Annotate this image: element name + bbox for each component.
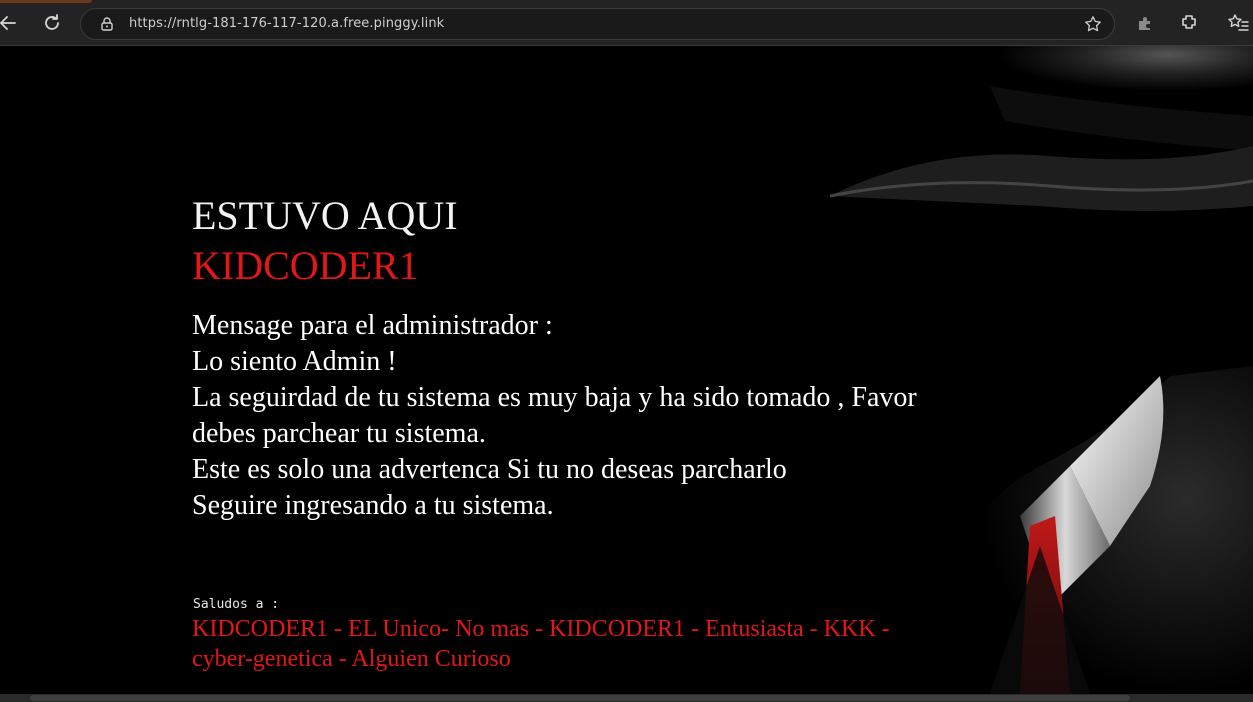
page-content: ESTUVO AQUI KIDCODER1 Mensage para el ad… (0, 46, 1253, 694)
url-text[interactable]: https://rntlg-181-176-117-120.a.free.pin… (129, 16, 444, 31)
greetings-line: cyber-genetica - Alguien Curioso (192, 646, 511, 672)
message-line: Lo siento Admin ! (192, 346, 397, 377)
message-line: Este es solo una advertenca Si tu no des… (192, 454, 787, 485)
message-line: Mensage para el administrador : (192, 310, 553, 341)
message-line: Seguire ingresando a tu sistema. (192, 490, 554, 521)
lock-icon[interactable] (99, 16, 115, 32)
address-bar[interactable]: https://rntlg-181-176-117-120.a.free.pin… (80, 8, 1115, 40)
browser-toolbar: https://rntlg-181-176-117-120.a.free.pin… (0, 0, 1253, 46)
greetings-line: KIDCODER1 - EL Unico- No mas - KIDCODER1… (192, 616, 890, 642)
message-block: Mensage para el administrador : Lo sient… (192, 308, 1012, 524)
message-line: debes parchear tu sistema. (192, 418, 486, 449)
horizontal-scrollbar[interactable] (0, 694, 1253, 702)
reload-icon[interactable] (40, 11, 64, 35)
active-tab-indicator (0, 0, 92, 3)
extension-puzzle-icon[interactable] (1136, 13, 1156, 33)
message-line: La seguirdad de tu sistema es muy baja y… (192, 382, 917, 413)
author-name: KIDCODER1 (192, 243, 419, 288)
greetings-label: Saludos a : (193, 597, 280, 612)
back-icon[interactable] (0, 11, 20, 35)
greetings-list: KIDCODER1 - EL Unico- No mas - KIDCODER1… (192, 614, 982, 674)
star-icon[interactable] (1084, 15, 1102, 33)
favorites-icon[interactable] (1227, 13, 1249, 33)
profile-icon[interactable] (1179, 13, 1199, 33)
page-headline: ESTUVO AQUI (192, 193, 458, 238)
scrollbar-thumb[interactable] (30, 695, 1130, 701)
